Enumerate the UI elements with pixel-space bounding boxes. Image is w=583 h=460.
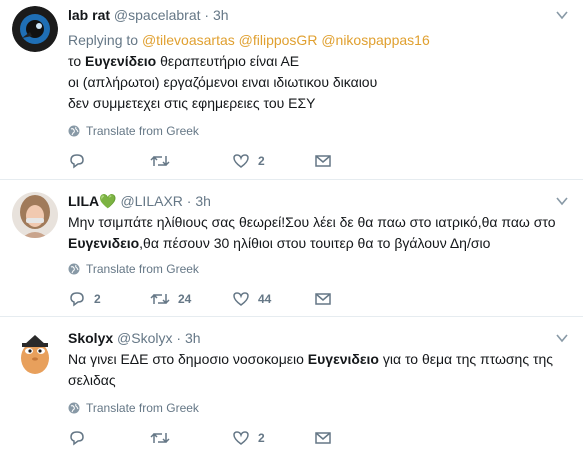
separator-dot: · [204, 7, 210, 23]
heart-icon [233, 292, 249, 306]
highlighted-term: Ευγενιδειο [68, 235, 140, 251]
replying-to-label: Replying to [68, 32, 139, 48]
reply-button[interactable] [68, 151, 94, 171]
envelope-icon [315, 155, 331, 167]
user-handle[interactable]: @Skolyx [117, 330, 172, 346]
envelope-icon [315, 432, 331, 444]
avatar[interactable] [12, 192, 58, 238]
replying-to: Replying to @tilevoasartas @filipposGR @… [68, 31, 430, 49]
retweet-icon [150, 432, 170, 444]
egg-with-graduation-cap-icon [21, 335, 49, 374]
globe-icon [68, 402, 80, 414]
timestamp[interactable]: 3h [185, 330, 201, 346]
lab-rat-logo-icon [12, 6, 58, 52]
display-name[interactable]: lab rat [68, 7, 110, 23]
avatar[interactable] [12, 6, 58, 52]
tweet-line: Μην τσιμπάτε ηλίθιους σας θεωρεί!Σου λέε… [68, 214, 556, 230]
translate-label: Translate from Greek [86, 124, 199, 138]
retweet-icon [150, 155, 170, 167]
mention-link[interactable]: @tilevoasartas [142, 32, 235, 48]
avatar[interactable] [12, 329, 58, 375]
user-handle[interactable]: @LILAXR [120, 193, 182, 209]
tweet-line: δεν συμμετεχει στις εφημερειες του ΕΣΥ [68, 95, 316, 111]
user-handle[interactable]: @spacelabrat [114, 7, 201, 23]
retweet-icon [150, 293, 170, 305]
heart-icon [233, 431, 249, 445]
envelope-icon [315, 293, 331, 305]
retweet-button[interactable]: 24 [150, 289, 191, 309]
tweet-line: Να γινει ΕΔΕ στο δημοσιο νοσοκομειο Ευγε… [68, 351, 554, 367]
timestamp[interactable]: 3h [195, 193, 211, 209]
like-button[interactable]: 44 [232, 289, 271, 309]
tweet-header: LILA💚 @LILAXR · 3h [68, 192, 211, 210]
retweet-count: 24 [178, 292, 192, 306]
globe-icon [68, 263, 80, 275]
tweet-line: οι (απλήρωτοι) εργαζόμενοι ειναι ιδιωτικ… [68, 74, 378, 90]
display-name[interactable]: Skolyx [68, 330, 113, 346]
green-heart-emoji: 💚 [99, 193, 117, 209]
retweet-button[interactable] [150, 151, 178, 171]
like-count: 2 [258, 431, 265, 445]
tweet-header: Skolyx @Skolyx · 3h [68, 329, 201, 347]
translate-link[interactable]: Translate from Greek [68, 123, 199, 139]
direct-message-button[interactable] [314, 428, 332, 448]
tweet[interactable]: LILA💚 @LILAXR · 3h Μην τσιμπάτε ηλίθιους… [0, 180, 583, 317]
display-name[interactable]: LILA [68, 193, 99, 209]
heart-icon [233, 154, 249, 168]
tweet-line: το Ευγενίδειο θεραπευτήριο είναι ΑΕ [68, 53, 300, 69]
chevron-down-icon[interactable] [555, 331, 569, 345]
direct-message-button[interactable] [314, 151, 332, 171]
chevron-down-icon[interactable] [555, 194, 569, 208]
reply-button[interactable] [68, 428, 94, 448]
timestamp[interactable]: 3h [213, 7, 229, 23]
direct-message-button[interactable] [314, 289, 332, 309]
like-count: 44 [258, 292, 272, 306]
highlighted-term: Ευγενίδειο [85, 53, 157, 69]
translate-label: Translate from Greek [86, 262, 199, 276]
tweet-header: lab rat @spacelabrat · 3h [68, 6, 229, 24]
tweet[interactable]: lab rat @spacelabrat · 3h Replying to @t… [0, 0, 583, 180]
tweet[interactable]: Skolyx @Skolyx · 3h Να γινει ΕΔΕ στο δημ… [0, 317, 583, 460]
reply-button[interactable]: 2 [68, 289, 101, 309]
separator-dot: · [186, 193, 192, 209]
tweet-line: Ευγενιδειο,θα πέσουν 30 ηλίθιοι στου του… [68, 235, 491, 251]
tweet-line: σελιδας [68, 372, 116, 388]
like-button[interactable]: 2 [232, 428, 265, 448]
highlighted-term: Ευγενιδειο [307, 351, 379, 367]
woman-photo-avatar-icon [12, 192, 58, 238]
tweet-text: το Ευγενίδειο θεραπευτήριο είναι ΑΕ οι (… [68, 51, 568, 114]
globe-icon [68, 125, 80, 137]
reply-icon [70, 292, 84, 307]
mention-link[interactable]: @nikospappas16 [321, 32, 429, 48]
reply-icon [70, 431, 84, 446]
reply-count: 2 [94, 292, 101, 306]
like-count: 2 [258, 154, 265, 168]
tweet-text: Να γινει ΕΔΕ στο δημοσιο νοσοκομειο Ευγε… [68, 349, 568, 391]
separator-dot: · [176, 330, 182, 346]
translate-link[interactable]: Translate from Greek [68, 261, 199, 277]
tweet-text: Μην τσιμπάτε ηλίθιους σας θεωρεί!Σου λέε… [68, 212, 573, 254]
chevron-down-icon[interactable] [555, 8, 569, 22]
translate-link[interactable]: Translate from Greek [68, 400, 199, 416]
translate-label: Translate from Greek [86, 401, 199, 415]
mention-link[interactable]: @filipposGR [239, 32, 318, 48]
retweet-button[interactable] [150, 428, 178, 448]
like-button[interactable]: 2 [232, 151, 265, 171]
reply-icon [70, 154, 84, 169]
